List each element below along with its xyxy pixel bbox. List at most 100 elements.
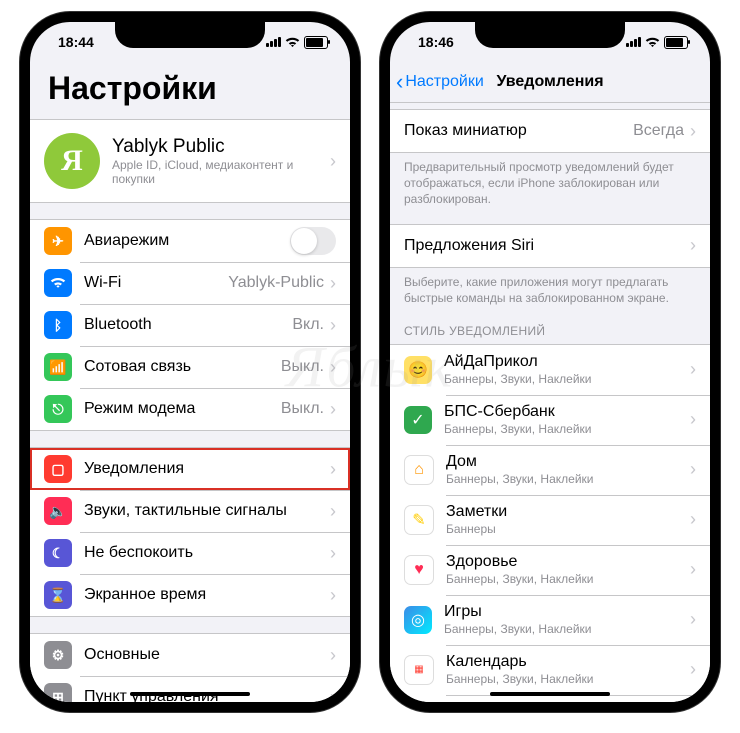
chevron-icon: › [690,659,696,680]
wifi-label: Wi-Fi [84,274,228,292]
cellular-label: Сотовая связь [84,358,281,376]
app-list: 😊 АйДаПриколБаннеры, Звуки, Наклейки › ✓… [390,344,710,702]
app-sublabel: Баннеры, Звуки, Наклейки [446,472,690,486]
notifications-row[interactable]: ▢ Уведомления › [30,448,350,490]
general-label: Основные [84,646,330,664]
app-label: Игры [444,603,690,621]
show-previews-row[interactable]: Показ миниатюр Всегда › [390,110,710,152]
app-sublabel: Баннеры, Звуки, Наклейки [444,372,690,386]
siri-label: Предложения Siri [404,237,690,255]
screentime-label: Экранное время [84,586,330,604]
nav-bar: ‹Настройки Уведомления [390,62,710,103]
sounds-icon: 🔈 [44,497,72,525]
screentime-row[interactable]: ⌛ Экранное время › [30,574,350,616]
back-button[interactable]: ‹Настройки [390,69,484,95]
app-row[interactable]: 😊 АйДаПриколБаннеры, Звуки, Наклейки › [390,345,710,395]
app-icon: ✓ [404,406,432,434]
app-row[interactable]: ◎ ИгрыБаннеры, Звуки, Наклейки › [390,595,710,645]
app-row[interactable]: ⌂ ДомБаннеры, Звуки, Наклейки › [390,445,710,495]
system-group: ▢ Уведомления › 🔈 Звуки, тактильные сигн… [30,447,350,617]
general-row[interactable]: ⚙ Основные › [30,634,350,676]
battery-icon [664,36,688,49]
chevron-icon: › [330,273,336,294]
chevron-icon: › [330,645,336,666]
app-icon: ◎ [404,606,432,634]
screen-right: 18:46 ‹Настройки Уведомления Показ миниа… [390,22,710,702]
app-label: Дом [446,453,690,471]
app-sublabel: Баннеры, Звуки, Наклейки [446,672,690,686]
app-icon: ♥ [404,555,434,585]
phone-left: 18:44 Настройки Я Yablyk Public Apple ID… [20,12,360,712]
hotspot-row[interactable]: ⎋ Режим модема Выкл. › [30,388,350,430]
siri-footer: Выберите, какие приложения могут предлаг… [390,268,710,306]
chevron-icon: › [330,687,336,703]
app-row[interactable]: ▦ КалендарьБаннеры, Звуки, Наклейки › [390,645,710,695]
app-row[interactable]: ♥ ЗдоровьеБаннеры, Звуки, Наклейки › [390,545,710,595]
app-icon: ✎ [404,505,434,535]
chevron-icon: › [690,459,696,480]
airplane-toggle[interactable] [290,227,336,255]
chevron-icon: › [690,121,696,142]
app-row[interactable]: ✓ БПС-СбербанкБаннеры, Звуки, Наклейки › [390,395,710,445]
battery-icon [304,36,328,49]
wifi-icon [645,37,660,48]
control-center-row[interactable]: ⊞ Пункт управления › [30,676,350,702]
wifi-value: Yablyk-Public [228,274,324,292]
app-row[interactable]: ✎ ЗаметкиБаннеры › [390,495,710,545]
cellular-value: Выкл. [281,358,324,376]
app-label: БПС-Сбербанк [444,403,690,421]
app-sublabel: Баннеры, Звуки, Наклейки [444,622,690,636]
notifications-icon: ▢ [44,455,72,483]
cellular-row[interactable]: 📶 Сотовая связь Выкл. › [30,346,350,388]
home-indicator[interactable] [130,692,250,696]
siri-group: Предложения Siri › [390,224,710,268]
preview-footer: Предварительный просмотр уведомлений буд… [390,153,710,208]
bluetooth-label: Bluetooth [84,316,292,334]
sounds-row[interactable]: 🔈 Звуки, тактильные сигналы › [30,490,350,532]
page-title: Настройки [30,62,350,113]
preview-value: Всегда [633,122,684,140]
profile-group: Я Yablyk Public Apple ID, iCloud, медиак… [30,119,350,203]
app-icon: ⌂ [404,455,434,485]
app-sublabel: Баннеры, Звуки, Наклейки [446,572,690,586]
apple-id-row[interactable]: Я Yablyk Public Apple ID, iCloud, медиак… [30,120,350,202]
bluetooth-icon: ᛒ [44,311,72,339]
dnd-row[interactable]: ☾ Не беспокоить › [30,532,350,574]
chevron-icon: › [330,357,336,378]
phone-right: 18:46 ‹Настройки Уведомления Показ миниа… [380,12,720,712]
status-time: 18:46 [418,34,454,50]
hotspot-icon: ⎋ [44,395,72,423]
back-label: Настройки [405,73,483,91]
bluetooth-row[interactable]: ᛒ Bluetooth Вкл. › [30,304,350,346]
screentime-icon: ⌛ [44,581,72,609]
signal-icon [626,37,641,47]
chevron-icon: › [690,409,696,430]
chevron-icon: › [690,559,696,580]
chevron-icon: › [690,609,696,630]
chevron-icon: › [690,359,696,380]
hotspot-value: Выкл. [281,400,324,418]
app-label: Календарь [446,653,690,671]
app-sublabel: Баннеры [446,522,690,536]
sounds-label: Звуки, тактильные сигналы [84,502,330,520]
home-indicator[interactable] [490,692,610,696]
chevron-icon: › [330,585,336,606]
app-icon: 😊 [404,356,432,384]
screen-left: 18:44 Настройки Я Yablyk Public Apple ID… [30,22,350,702]
chevron-icon: › [690,509,696,530]
chevron-icon: › [330,543,336,564]
cellular-icon: 📶 [44,353,72,381]
wifi-icon [285,37,300,48]
app-sublabel: Баннеры, Звуки, Наклейки [444,422,690,436]
app-label: Здоровье [446,553,690,571]
chevron-left-icon: ‹ [396,69,403,95]
dnd-label: Не беспокоить [84,544,330,562]
wifi-row[interactable]: Wi-Fi Yablyk-Public › [30,262,350,304]
airplane-icon: ✈ [44,227,72,255]
profile-desc: Apple ID, iCloud, медиаконтент и покупки [112,158,330,186]
app-icon: ▦ [404,655,434,685]
airplane-row[interactable]: ✈ Авиарежим [30,220,350,262]
dnd-icon: ☾ [44,539,72,567]
siri-suggestions-row[interactable]: Предложения Siri › [390,225,710,267]
app-label: АйДаПрикол [444,353,690,371]
